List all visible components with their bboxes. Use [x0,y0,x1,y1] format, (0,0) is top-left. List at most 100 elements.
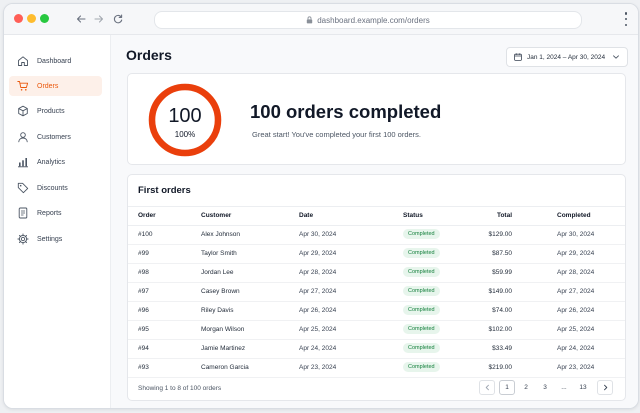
sidebar-item-label: Customers [37,133,71,141]
table-row[interactable]: #94 Jamie Martinez Apr 24, 2024 Completed $3… [128,339,625,359]
cell-date: Apr 28, 2024 [299,269,337,276]
sidebar-item-label: Dashboard [37,57,72,65]
cell-total: $149.00 [488,288,513,295]
reload-button[interactable] [110,10,126,28]
kebab-dot-icon [624,17,628,21]
page-button-1[interactable]: 1 [499,380,515,395]
cart-icon [17,80,29,92]
cell-total: $219.00 [488,364,513,371]
status-badge: Completed [403,248,440,258]
kebab-dot-icon [624,12,628,15]
cell-date: Apr 23, 2024 [299,364,337,371]
sidebar-item-products[interactable]: Products [9,101,102,121]
home-icon [17,55,29,67]
cell-date: Apr 27, 2024 [299,288,337,295]
cell-total: $59.99 [492,269,512,276]
status-badge: Completed [403,362,440,372]
tag-icon [17,182,29,194]
cell-customer: Cameron Garcia [201,364,249,371]
orders-card-title: First orders [138,185,191,196]
cell-order: #94 [138,345,149,352]
column-header-date: Date [299,212,314,219]
close-window-button[interactable] [14,14,23,23]
milestone-percent: 100% [174,130,196,139]
column-header-total: Total [496,212,512,219]
back-button[interactable] [73,10,89,28]
status-badge: Completed [403,324,440,334]
sidebar-item-dashboard[interactable]: Dashboard [9,51,102,71]
sidebar-item-reports[interactable]: Reports [9,203,102,223]
milestone-count: 100 [168,105,202,127]
minimize-window-button[interactable] [27,14,36,23]
milestone-subtitle: Great start! You've completed your first… [252,130,422,139]
sidebar-item-label: Orders [37,82,59,90]
cell-customer: Casey Brown [201,288,240,295]
user-icon [17,131,29,143]
sidebar-item-label: Settings [37,235,63,243]
sidebar-item-label: Discounts [37,184,68,192]
cell-total: $33.49 [492,345,512,352]
cell-date: Apr 29, 2024 [299,250,337,257]
chevron-right-icon [603,384,607,391]
status-badge: Completed [403,286,440,296]
address-bar[interactable]: dashboard.example.com/orders [154,11,582,29]
table-row[interactable]: #97 Casey Brown Apr 27, 2024 Completed $149.… [128,282,625,302]
cell-order: #99 [138,250,149,257]
sidebar-item-orders[interactable]: Orders [9,76,102,96]
status-badge: Completed [403,267,440,277]
cell-order: #95 [138,326,149,333]
cell-customer: Jordan Lee [201,269,234,276]
cell-date: Apr 26, 2024 [299,307,337,314]
milestone-card: 100 100% 100 orders completed Great star… [127,73,626,165]
cell-completed: Apr 30, 2024 [557,231,595,238]
sidebar-item-analytics[interactable]: Analytics [9,152,102,172]
sidebar-item-settings[interactable]: Settings [9,229,102,249]
date-range-label: Jan 1, 2024 – Apr 30, 2024 [527,53,606,61]
cell-date: Apr 30, 2024 [299,231,337,238]
table-row[interactable]: #99 Taylor Smith Apr 29, 2024 Completed $87.… [128,244,625,264]
table-row[interactable]: #96 Riley Davis Apr 26, 2024 Completed $74.0… [128,301,625,321]
page-button-2[interactable]: 2 [518,380,534,395]
prev-page-button[interactable] [479,380,495,395]
box-icon [17,105,29,117]
cell-customer: Riley Davis [201,307,234,314]
table-row[interactable]: #95 Morgan Wilson Apr 25, 2024 Completed $10… [128,320,625,340]
browser-window: dashboard.example.com/orders Dashboard O… [3,3,639,409]
cell-total: $102.00 [488,326,513,333]
status-badge: Completed [403,229,440,239]
milestone-title: 100 orders completed [250,101,442,122]
page-button-13[interactable]: 13 [575,380,591,395]
browser-titlebar: dashboard.example.com/orders [4,4,638,35]
cell-completed: Apr 28, 2024 [557,269,595,276]
gear-icon [17,233,29,245]
forward-button[interactable] [91,10,107,28]
cell-total: $87.50 [492,250,512,257]
sidebar: Dashboard Orders Products Customers Anal… [4,35,111,408]
table-row[interactable]: #98 Jordan Lee Apr 28, 2024 Completed $59.99… [128,263,625,283]
status-badge: Completed [403,305,440,315]
chevron-left-icon [485,384,489,391]
date-range-picker[interactable]: Jan 1, 2024 – Apr 30, 2024 [506,47,628,67]
sidebar-item-customers[interactable]: Customers [9,127,102,147]
page-button-3[interactable]: 3 [537,380,553,395]
arrow-left-icon [76,15,86,23]
cell-total: $74.00 [492,307,512,314]
cell-customer: Morgan Wilson [201,326,245,333]
next-page-button[interactable] [597,380,613,395]
calendar-icon [514,53,522,61]
table-row[interactable]: #100 Alex Johnson Apr 30, 2024 Completed $12… [128,225,625,245]
document-icon [17,207,29,219]
table-header: Order Customer Date Status Total Complet… [128,206,625,226]
cell-order: #93 [138,364,149,371]
maximize-window-button[interactable] [40,14,49,23]
browser-menu-button[interactable] [623,12,629,26]
cell-date: Apr 25, 2024 [299,326,337,333]
column-header-status: Status [403,212,423,219]
main-content: Orders Jan 1, 2024 – Apr 30, 2024 100 10… [111,35,638,408]
sidebar-item-discounts[interactable]: Discounts [9,178,102,198]
orders-card: First orders Order Customer Date Status … [127,174,626,401]
status-badge: Completed [403,343,440,353]
cell-completed: Apr 23, 2024 [557,364,595,371]
table-row[interactable]: #93 Cameron Garcia Apr 23, 2024 Completed $2… [128,358,625,378]
chevron-down-icon [612,53,620,61]
